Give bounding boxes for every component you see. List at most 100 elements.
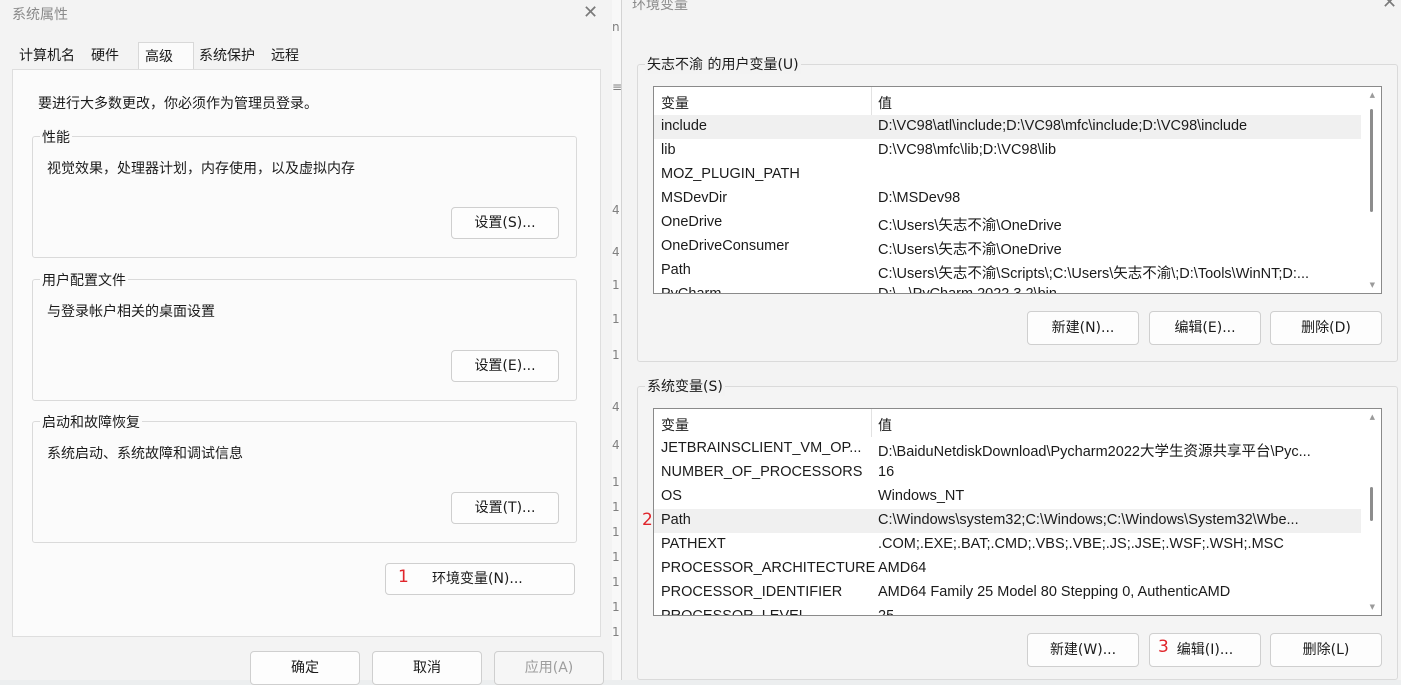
column-header-value[interactable]: 值 xyxy=(878,415,892,435)
list-item[interactable]: PyCharm D:\...\PyCharm 2022.3.2\bin xyxy=(654,283,1361,294)
column-header-value[interactable]: 值 xyxy=(878,93,892,113)
gutter-glyph: 4 xyxy=(612,400,620,414)
system-new-button[interactable]: 新建(W)... xyxy=(1027,633,1139,667)
list-item[interactable]: Path C:\Windows\system32;C:\Windows;C:\Wi… xyxy=(654,509,1361,533)
close-icon[interactable]: ✕ xyxy=(583,2,598,23)
environment-variables-dialog: 环境变量 ✕ 矢志不渝 的用户变量(U) 变量 值 include D:\VC98… xyxy=(622,0,1401,680)
system-variables-legend: 系统变量(S) xyxy=(645,376,725,396)
list-item[interactable]: PROCESSOR_LEVEL 25 xyxy=(654,605,1361,616)
variable-value: D:\BaiduNetdiskDownload\Pycharm2022大学生资源… xyxy=(878,444,1311,460)
list-item[interactable]: JETBRAINSCLIENT_VM_OP... D:\BaiduNetdiskD… xyxy=(654,437,1361,461)
scroll-down-icon[interactable]: ▼ xyxy=(1370,281,1375,289)
variable-name: PROCESSOR_IDENTIFIER xyxy=(661,584,843,600)
gutter-glyph: n xyxy=(612,20,620,34)
user-new-button[interactable]: 新建(N)... xyxy=(1027,311,1139,345)
variable-value: 25 xyxy=(878,608,895,616)
list-item[interactable]: PROCESSOR_ARCHITECTURE AMD64 xyxy=(654,557,1361,581)
variable-value: C:\Users\矢志不渝\OneDrive xyxy=(878,218,1062,234)
list-item[interactable]: PROCESSOR_IDENTIFIER AMD64 Family 25 Mode… xyxy=(654,581,1361,605)
system-delete-button[interactable]: 删除(L) xyxy=(1270,633,1382,667)
variable-value: AMD64 xyxy=(878,560,927,576)
close-icon[interactable]: ✕ xyxy=(1382,0,1397,13)
variable-name: OS xyxy=(661,488,682,504)
list-item[interactable]: include D:\VC98\atl\include;D:\VC98\mfc\i… xyxy=(654,115,1361,139)
variable-name: MOZ_PLUGIN_PATH xyxy=(661,166,800,182)
advanced-tab-panel: 要进行大多数更改，你必须作为管理员登录。 性能 视觉效果，处理器计划，内存使用，… xyxy=(12,69,601,637)
column-header-variable[interactable]: 变量 xyxy=(661,415,689,435)
list-item[interactable]: lib D:\VC98\mfc\lib;D:\VC98\lib xyxy=(654,139,1361,163)
performance-legend: 性能 xyxy=(40,127,72,147)
gutter-glyph: 4 xyxy=(612,245,620,259)
user-delete-button[interactable]: 删除(D) xyxy=(1270,311,1382,345)
scroll-thumb[interactable] xyxy=(1370,109,1373,212)
user-variables-list[interactable]: 变量 值 include D:\VC98\atl\include;D:\VC98\… xyxy=(653,86,1382,294)
list-item[interactable]: MOZ_PLUGIN_PATH xyxy=(654,163,1361,187)
performance-settings-button[interactable]: 设置(S)... xyxy=(451,207,559,239)
gutter-glyph: 4 xyxy=(612,203,620,217)
tab-advanced[interactable]: 高级 xyxy=(138,42,194,70)
background-window-strip: n ≡ 4 4 1 1 1 4 4 1 1 1 1 1 1 1 xyxy=(612,0,622,680)
gutter-glyph: 1 xyxy=(612,475,620,489)
gutter-glyph: 1 xyxy=(612,575,620,589)
variable-name: OneDrive xyxy=(661,214,723,230)
list-item[interactable]: OneDriveConsumer C:\Users\矢志不渝\OneDrive xyxy=(654,235,1361,259)
list-item[interactable]: PATHEXT .COM;.EXE;.BAT;.CMD;.VBS;.VBE;.JS… xyxy=(654,533,1361,557)
startup-recovery-description: 系统启动、系统故障和调试信息 xyxy=(47,446,243,462)
gutter-glyph: 1 xyxy=(612,278,620,292)
step-annotation-2: 2 xyxy=(642,510,653,530)
gutter-glyph: 1 xyxy=(612,625,620,639)
variable-name: PROCESSOR_LEVEL xyxy=(661,608,807,616)
performance-group: 性能 视觉效果，处理器计划，内存使用，以及虚拟内存 设置(S)... xyxy=(32,127,577,258)
list-item[interactable]: OneDrive C:\Users\矢志不渝\OneDrive xyxy=(654,211,1361,235)
variable-name: PyCharm xyxy=(661,286,722,294)
gutter-glyph: ≡ xyxy=(612,80,621,94)
performance-description: 视觉效果，处理器计划，内存使用，以及虚拟内存 xyxy=(47,161,355,177)
variable-value: 16 xyxy=(878,464,895,480)
step-annotation-1: 1 xyxy=(398,567,409,587)
variable-value: D:\...\PyCharm 2022.3.2\bin xyxy=(878,286,1057,294)
tab-hardware[interactable]: 硬件 xyxy=(85,44,125,69)
user-profiles-legend: 用户配置文件 xyxy=(40,270,128,290)
step-annotation-3: 3 xyxy=(1158,637,1169,657)
user-profiles-settings-button[interactable]: 设置(E)... xyxy=(451,350,559,382)
user-profiles-group: 用户配置文件 与登录帐户相关的桌面设置 设置(E)... xyxy=(32,270,577,401)
list-item[interactable]: MSDevDir D:\MSDev98 xyxy=(654,187,1361,211)
environment-variables-button[interactable]: 环境变量(N)... xyxy=(385,563,575,595)
system-variables-list[interactable]: 变量 值 JETBRAINSCLIENT_VM_OP... D:\BaiduNet… xyxy=(653,408,1382,616)
gutter-glyph: 1 xyxy=(612,600,620,614)
column-divider[interactable] xyxy=(871,87,872,115)
variable-value: D:\MSDev98 xyxy=(878,190,961,206)
tab-system-protection[interactable]: 系统保护 xyxy=(193,44,261,69)
list-item[interactable]: NUMBER_OF_PROCESSORS 16 xyxy=(654,461,1361,485)
scroll-up-icon[interactable]: ▲ xyxy=(1370,413,1375,421)
variable-name: PATHEXT xyxy=(661,536,726,552)
scroll-up-icon[interactable]: ▲ xyxy=(1370,91,1375,99)
gutter-glyph: 1 xyxy=(612,525,620,539)
scroll-down-icon[interactable]: ▼ xyxy=(1370,603,1375,611)
system-properties-dialog: 系统属性 ✕ 计算机名 硬件 高级 系统保护 远程 要进行大多数更改，你必须作为… xyxy=(0,0,613,685)
variable-name: Path xyxy=(661,512,691,528)
gutter-glyph: 1 xyxy=(612,312,620,326)
tab-remote[interactable]: 远程 xyxy=(265,44,305,69)
variable-name: OneDriveConsumer xyxy=(661,238,790,254)
variable-value: C:\Users\矢志不渝\OneDrive xyxy=(878,242,1062,258)
gutter-glyph: 1 xyxy=(612,500,620,514)
system-variables-group: 系统变量(S) 变量 值 JETBRAINSCLIENT_VM_OP... D:\… xyxy=(637,376,1398,680)
column-divider[interactable] xyxy=(871,409,872,437)
scroll-thumb[interactable] xyxy=(1370,487,1373,521)
tab-computer-name[interactable]: 计算机名 xyxy=(13,44,81,69)
user-edit-button[interactable]: 编辑(E)... xyxy=(1149,311,1261,345)
variable-name: JETBRAINSCLIENT_VM_OP... xyxy=(661,440,862,456)
gutter-glyph: 1 xyxy=(612,550,620,564)
list-item[interactable]: OS Windows_NT xyxy=(654,485,1361,509)
variable-name: PROCESSOR_ARCHITECTURE xyxy=(661,560,876,576)
gutter-glyph: 1 xyxy=(612,348,620,362)
vertical-scrollbar[interactable]: ▲ ▼ xyxy=(1361,87,1381,293)
vertical-scrollbar[interactable]: ▲ ▼ xyxy=(1361,409,1381,615)
admin-note: 要进行大多数更改，你必须作为管理员登录。 xyxy=(38,96,318,112)
variable-name: lib xyxy=(661,142,676,158)
list-item[interactable]: Path C:\Users\矢志不渝\Scripts\;C:\Users\矢志不渝… xyxy=(654,259,1361,283)
startup-recovery-settings-button[interactable]: 设置(T)... xyxy=(451,492,559,524)
variable-name: NUMBER_OF_PROCESSORS xyxy=(661,464,863,480)
column-header-variable[interactable]: 变量 xyxy=(661,93,689,113)
